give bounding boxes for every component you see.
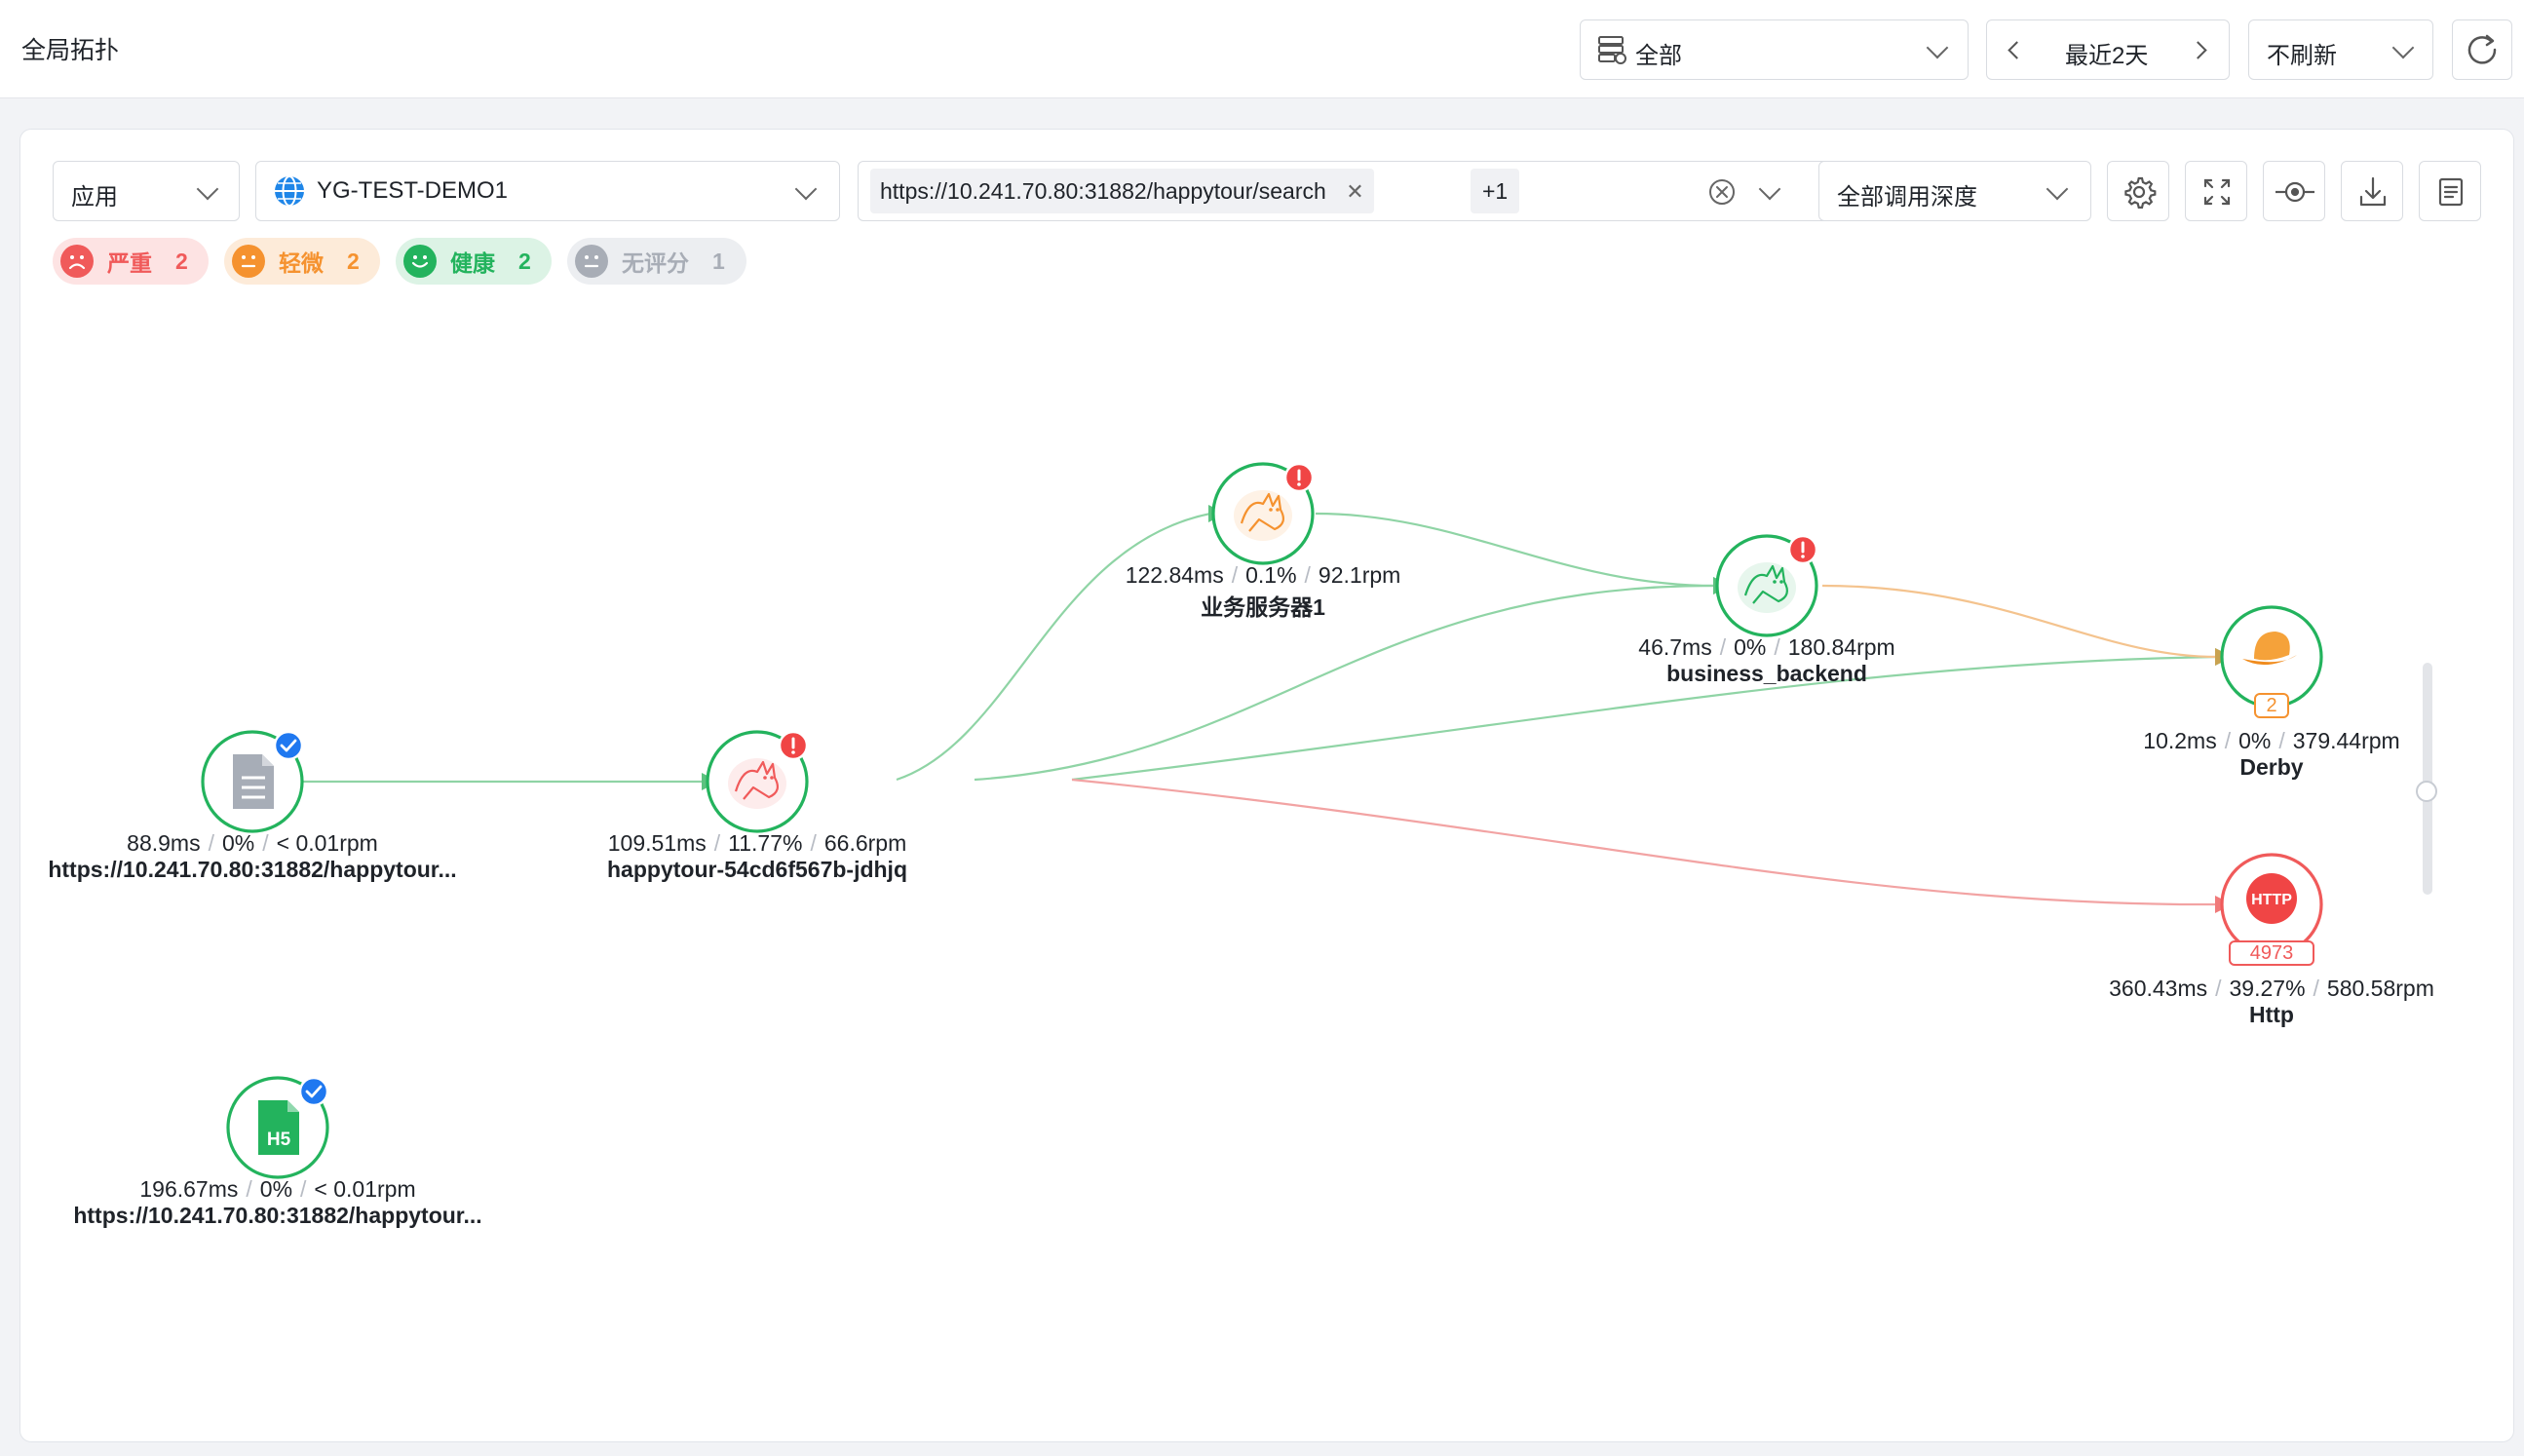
tomcat-icon bbox=[728, 758, 786, 809]
metric-separator: / bbox=[2224, 728, 2232, 753]
error-rate: 11.77% bbox=[728, 830, 803, 856]
metric-separator: / bbox=[2215, 976, 2222, 1001]
tomcat-icon bbox=[1234, 490, 1292, 541]
node-metrics: 196.67ms / 0% / < 0.01rpm bbox=[139, 1176, 415, 1203]
metric-separator: / bbox=[713, 830, 721, 856]
node-name[interactable]: 业务服务器1 bbox=[1201, 589, 1325, 622]
throughput: 66.6rpm bbox=[823, 830, 907, 856]
node-url[interactable] bbox=[201, 730, 304, 833]
h5-icon-text: H5 bbox=[267, 1130, 291, 1150]
metric-separator: / bbox=[246, 1176, 252, 1202]
node-metrics: 122.84ms/0.1%/92.1rpm bbox=[1126, 562, 1401, 589]
node-h5[interactable]: H5 bbox=[226, 1076, 329, 1179]
response-time: 88.9ms bbox=[127, 830, 201, 856]
check-badge-icon bbox=[298, 1076, 329, 1107]
node-metrics: 10.2ms /0%/ 379.44rpm bbox=[2143, 728, 2399, 754]
metric-separator: / bbox=[1231, 562, 1239, 588]
node-name[interactable]: Http bbox=[2249, 1002, 2294, 1028]
metric-separator: / bbox=[2278, 728, 2285, 753]
edge-n_happy-to-n_biz1 bbox=[896, 512, 1211, 782]
metric-separator: / bbox=[1719, 634, 1727, 660]
node-biz1[interactable] bbox=[1211, 462, 1315, 565]
node-name[interactable]: Derby bbox=[2239, 754, 2303, 781]
throughput: 180.84rpm bbox=[1787, 634, 1895, 660]
throughput: < 0.01rpm bbox=[314, 1176, 416, 1202]
metric-separator: / bbox=[810, 830, 817, 856]
response-time: 10.2ms bbox=[2143, 728, 2217, 753]
throughput: 92.1rpm bbox=[1318, 562, 1401, 588]
http-icon: HTTP bbox=[2246, 873, 2297, 924]
metric-separator: / bbox=[1774, 634, 1780, 660]
alert-badge-icon bbox=[1787, 534, 1818, 565]
metric-separator: / bbox=[262, 830, 269, 856]
alert-badge-icon bbox=[1283, 462, 1315, 493]
node-metrics: 88.9ms / 0% / < 0.01rpm bbox=[127, 830, 378, 857]
node-metrics: 109.51ms/11.77%/66.6rpm bbox=[608, 830, 906, 857]
response-time: 46.7ms bbox=[1638, 634, 1712, 660]
error-rate: 0.1% bbox=[1245, 562, 1297, 588]
metric-separator: / bbox=[300, 1176, 307, 1202]
metric-separator: / bbox=[1304, 562, 1311, 588]
response-time: 109.51ms bbox=[607, 830, 707, 856]
response-time: 122.84ms bbox=[1125, 562, 1224, 588]
response-time: 360.43ms bbox=[2109, 976, 2208, 1001]
error-rate: 39.27% bbox=[2229, 976, 2306, 1001]
error-rate: 0% bbox=[2238, 728, 2272, 753]
error-count-badge: 4973 bbox=[2229, 940, 2314, 966]
throughput: 580.58rpm bbox=[2326, 976, 2434, 1001]
h5-icon: H5 bbox=[258, 1100, 299, 1155]
edge-n_happy-to-n_derby bbox=[1071, 655, 2218, 782]
http-icon-text: HTTP bbox=[2251, 892, 2292, 908]
page-icon bbox=[233, 754, 274, 809]
node-backend[interactable] bbox=[1715, 534, 1818, 637]
node-metrics: 360.43ms / 39.27% / 580.58rpm bbox=[2109, 976, 2434, 1002]
response-time: 196.67ms bbox=[139, 1176, 239, 1202]
node-happy[interactable] bbox=[706, 730, 809, 833]
node-http[interactable]: HTTP bbox=[2220, 853, 2323, 956]
error-rate: 0% bbox=[259, 1176, 293, 1202]
error-rate: 0% bbox=[1734, 634, 1767, 660]
edge-n_happy-to-n_http bbox=[1071, 778, 2218, 906]
edge-n_happy-to-n_backend bbox=[974, 584, 1716, 782]
throughput: 379.44rpm bbox=[2292, 728, 2400, 753]
metric-separator: / bbox=[2313, 976, 2319, 1001]
node-name[interactable]: https://10.241.70.80:31882/happytour... bbox=[48, 857, 456, 883]
node-name[interactable]: happytour-54cd6f567b-jdhjq bbox=[607, 857, 907, 883]
node-metrics: 46.7ms / 0% / 180.84rpm bbox=[1638, 634, 1894, 661]
check-badge-icon bbox=[273, 730, 304, 761]
throughput: < 0.01rpm bbox=[276, 830, 378, 856]
node-derby[interactable] bbox=[2220, 605, 2323, 709]
alert-badge-icon bbox=[778, 730, 809, 761]
tomcat-icon bbox=[1738, 562, 1796, 613]
node-name[interactable]: https://10.241.70.80:31882/happytour... bbox=[73, 1203, 481, 1229]
node-name[interactable]: business_backend bbox=[1666, 661, 1867, 687]
error-count-badge: 2 bbox=[2254, 693, 2289, 718]
error-rate: 0% bbox=[221, 830, 255, 856]
metric-separator: / bbox=[208, 830, 214, 856]
